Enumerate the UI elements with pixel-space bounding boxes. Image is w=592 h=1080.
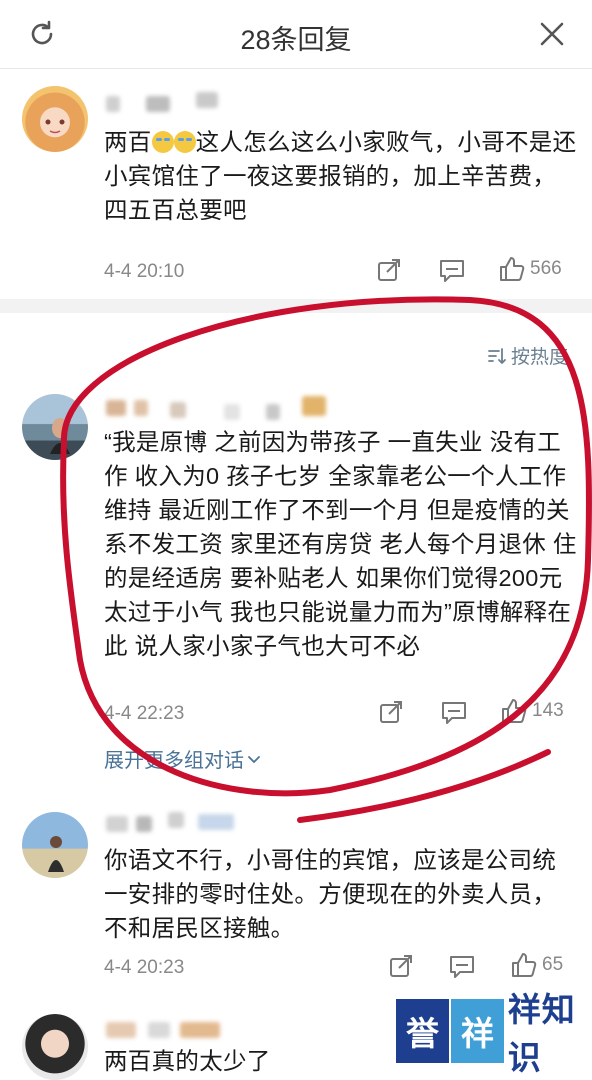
watermark-text: 祥知识 [507,991,576,1076]
red-annotation-circle [60,296,592,823]
watermark-box: 祥 [450,999,504,1063]
watermark-box: 誉 [396,999,449,1063]
watermark-logo: 誉 祥 祥知识 [396,991,592,1076]
